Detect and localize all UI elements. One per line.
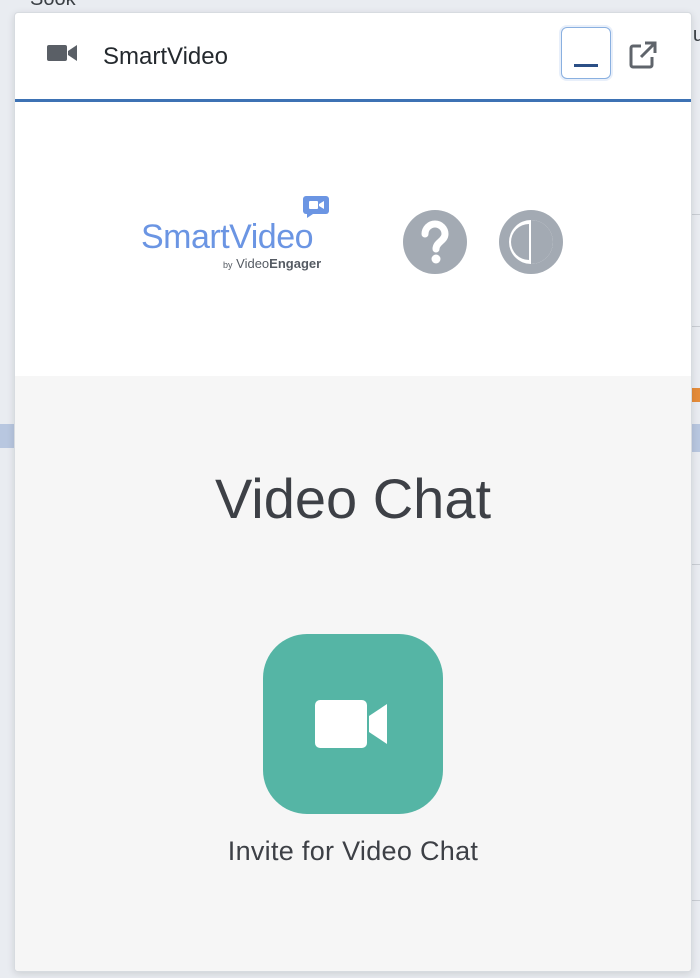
- video-chat-title: Video Chat: [214, 467, 492, 530]
- question-mark-icon[interactable]: [403, 210, 467, 274]
- brand-area: SmartVideo by VideoEngager: [15, 102, 691, 376]
- background-text: Sook: [30, 0, 76, 11]
- invite-label[interactable]: Invite for Video Chat: [15, 836, 691, 867]
- minimize-icon: [574, 64, 598, 67]
- smartvideo-widget: SmartVideo SmartVideo by VideoEngager Vi…: [14, 12, 692, 972]
- invite-video-chat-button[interactable]: [263, 634, 443, 814]
- video-camera-icon: [315, 700, 387, 748]
- minimize-button[interactable]: [561, 27, 611, 79]
- app-title: SmartVideo: [103, 43, 228, 70]
- background-right-text: u: [692, 24, 700, 46]
- background-accent: [692, 388, 700, 402]
- widget-header: SmartVideo: [15, 13, 691, 102]
- background-accent: [0, 424, 14, 448]
- contrast-icon[interactable]: [499, 210, 563, 274]
- video-camera-icon: [47, 45, 77, 61]
- logo-vendor: by VideoEngager: [223, 256, 322, 271]
- video-chat-panel: Video Chat Invite for Video Chat: [15, 376, 691, 971]
- smartvideo-logo: SmartVideo by VideoEngager: [141, 196, 341, 278]
- logo-main-text: SmartVideo: [141, 218, 314, 256]
- external-link-icon[interactable]: [629, 41, 657, 69]
- logo-badge-icon: [303, 196, 329, 218]
